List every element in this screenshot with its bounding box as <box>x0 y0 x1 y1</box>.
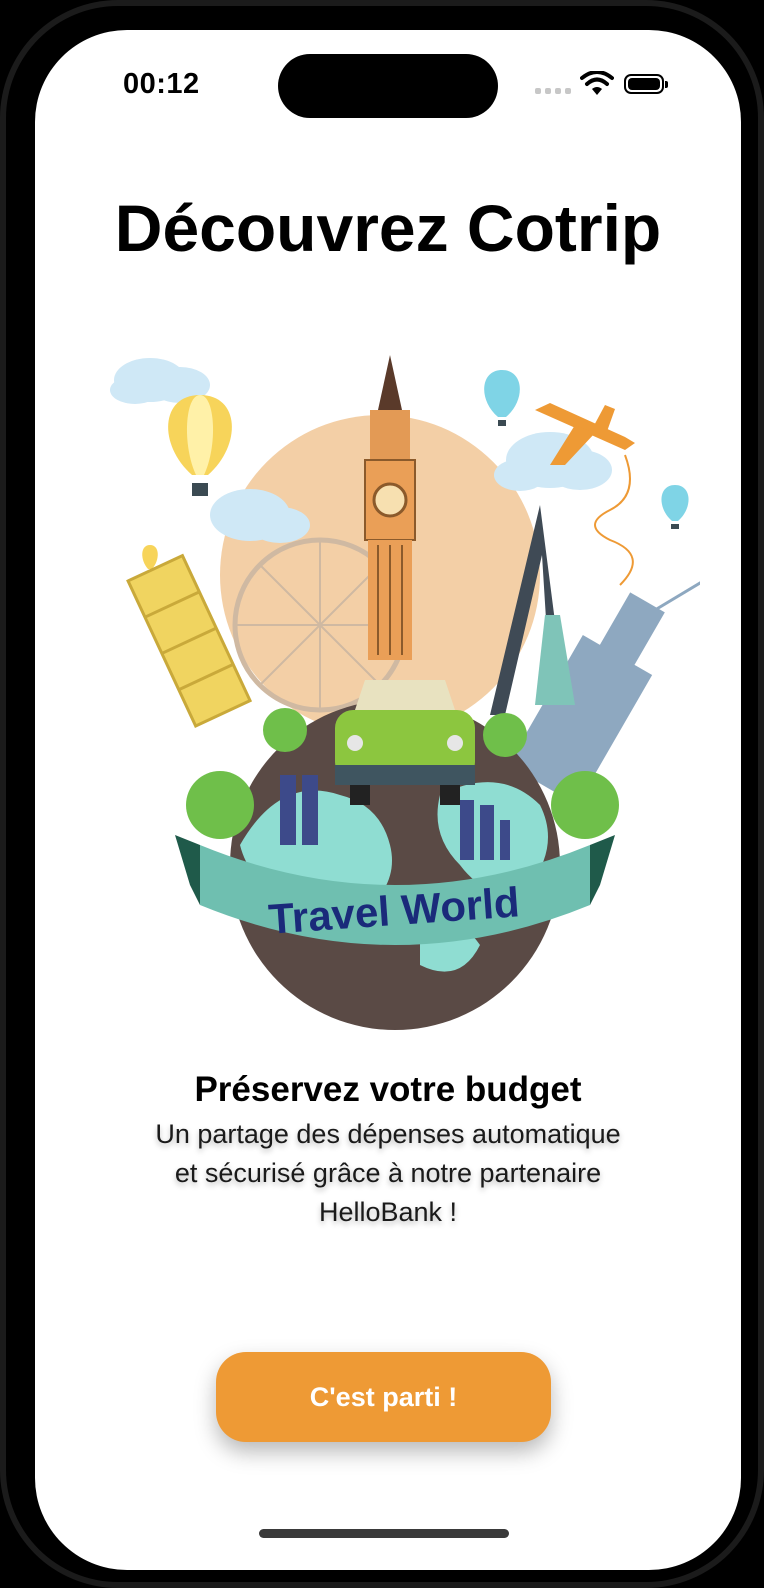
battery-icon <box>624 74 668 94</box>
screen: 00:12 Découvrez Cotrip Travel World Prés… <box>35 30 741 1570</box>
dynamic-island <box>278 54 498 118</box>
travel-world-illustration: Travel World <box>110 355 700 1030</box>
device-frame: 00:12 Découvrez Cotrip Travel World Prés… <box>0 0 764 1588</box>
device-bezel: 00:12 Découvrez Cotrip Travel World Prés… <box>6 6 758 1582</box>
home-indicator <box>259 1529 509 1538</box>
cellular-signal-icon <box>535 88 571 96</box>
start-button[interactable]: C'est parti ! <box>216 1352 551 1442</box>
section-subtitle: Préservez votre budget <box>194 1070 582 1109</box>
section-description: Un partage des dépenses automatique et s… <box>155 1119 621 1227</box>
status-time: 00:12 <box>123 68 200 100</box>
wifi-icon <box>580 71 614 95</box>
page-title: Découvrez Cotrip <box>114 191 662 265</box>
